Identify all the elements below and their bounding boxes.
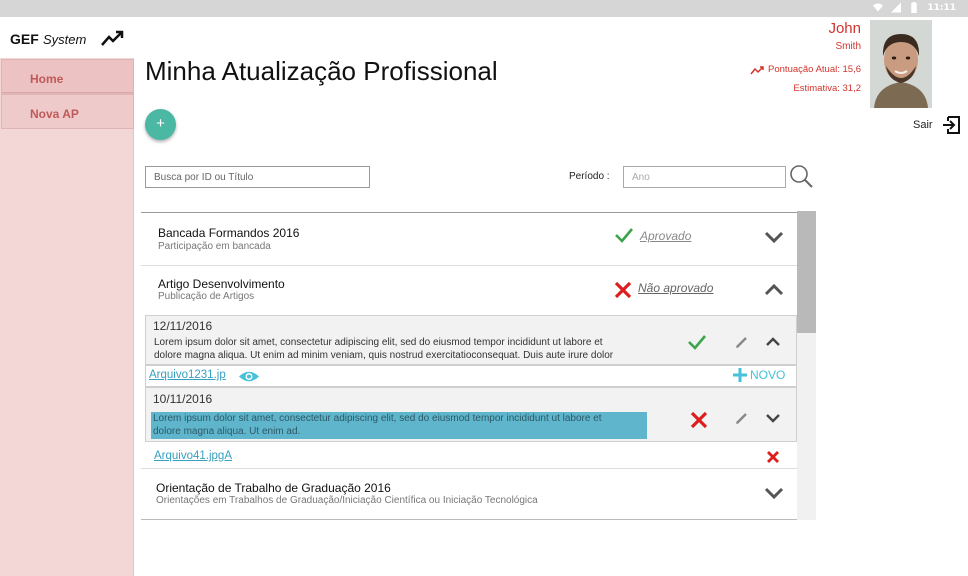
x-icon [614, 281, 632, 299]
list-item[interactable]: Orientação de Trabalho de Graduação 2016… [141, 469, 797, 519]
submission-date: 12/11/2016 [153, 319, 213, 333]
eye-icon[interactable] [238, 369, 260, 384]
submission-entry: 12/11/2016 Lorem ipsum dolor sit amet, c… [145, 315, 797, 365]
description-line: Lorem ipsum dolor sit amet, consectetur … [154, 337, 603, 348]
submission-entry: 10/11/2016 Lorem ipsum dolor sit amet, c… [145, 387, 797, 442]
estimate-score: Estimativa: 31,2 [793, 83, 861, 94]
chevron-up-icon[interactable] [765, 336, 781, 347]
submission-description: Lorem ipsum dolor sit amet, consectetur … [154, 337, 613, 362]
chevron-down-icon[interactable] [765, 413, 781, 424]
sidebar-item-home[interactable]: Home [1, 59, 134, 94]
sidebar: GEF System Home Nova AP [0, 17, 134, 576]
sidebar-item-nova-ap[interactable]: Nova AP [1, 94, 134, 129]
search-icon[interactable] [789, 164, 814, 189]
item-title: Bancada Formandos 2016 [158, 226, 300, 240]
attachment-row: Arquivo41.jpgA [141, 443, 797, 468]
exit-icon [942, 116, 960, 134]
year-input[interactable] [623, 166, 786, 188]
new-attachment-button[interactable]: NOVO [733, 368, 785, 382]
scrollbar-thumb[interactable] [797, 211, 816, 333]
signal-icon [891, 2, 902, 13]
pencil-icon[interactable] [735, 412, 748, 425]
search-input[interactable] [145, 166, 370, 188]
user-photo [870, 20, 932, 108]
wifi-icon [873, 3, 884, 12]
list-item[interactable]: Bancada Formandos 2016 Participação em b… [141, 214, 797, 264]
add-button[interactable]: + [145, 109, 176, 140]
brand-suffix: System [43, 32, 87, 47]
attachment-link[interactable]: Arquivo1231.jp [149, 369, 226, 381]
logout-label: Sair [913, 119, 933, 131]
item-title: Artigo Desenvolvimento [158, 277, 285, 291]
score-row: Pontuação Atual: 15,6 [750, 64, 861, 75]
battery-icon [911, 2, 918, 13]
chevron-down-icon[interactable] [764, 487, 784, 500]
clock: 11:11 [927, 2, 956, 13]
avatar [870, 20, 932, 108]
pencil-icon[interactable] [735, 336, 748, 349]
status-bar: 11:11 [0, 0, 968, 17]
item-subtitle: Participação em bancada [158, 241, 271, 252]
attachment-row: Arquivo1231.jp NOVO [145, 365, 797, 387]
divider [141, 519, 797, 520]
trending-up-icon [101, 30, 124, 46]
list-top-border [141, 212, 797, 213]
submission-date: 10/11/2016 [153, 392, 213, 406]
user-first-name: John [828, 20, 861, 37]
list-item[interactable]: Artigo Desenvolvimento Publicação de Art… [141, 266, 797, 316]
page-title: Minha Atualização Profissional [145, 56, 498, 86]
current-score: Pontuação Atual: 15,6 [768, 64, 861, 75]
user-last-name: Smith [835, 41, 861, 52]
chevron-down-icon[interactable] [764, 231, 784, 244]
status-approved-link[interactable]: Aprovado [640, 229, 691, 243]
trending-up-icon [750, 65, 764, 74]
description-line: Lorem ipsum dolor sit amet, consectetur … [153, 413, 602, 424]
submission-description: Lorem ipsum dolor sit amet, consectetur … [151, 412, 647, 439]
period-label: Período : [569, 171, 610, 182]
new-label: NOVO [750, 368, 786, 382]
check-icon [688, 335, 706, 350]
delete-icon[interactable] [766, 450, 780, 464]
status-rejected-link[interactable]: Não aprovado [638, 281, 713, 295]
brand-name: GEF [10, 31, 39, 47]
description-line: dolore magna aliqua. Ut enim ad. [153, 425, 301, 437]
description-line: dolore magna aliqua. Ut enim ad minim ve… [154, 349, 614, 361]
x-icon [690, 411, 708, 429]
plus-icon [733, 368, 747, 382]
item-subtitle: Publicação de Artigos [158, 291, 255, 302]
chevron-up-icon[interactable] [764, 283, 784, 296]
item-title: Orientação de Trabalho de Graduação 2016 [156, 481, 391, 495]
logout-button[interactable]: Sair [913, 116, 960, 134]
brand-logo: GEF System [0, 17, 134, 58]
check-icon [615, 228, 633, 243]
item-subtitle: Orientações em Trabalhos de Graduação/In… [156, 495, 538, 506]
attachment-link[interactable]: Arquivo41.jpgA [154, 450, 232, 462]
